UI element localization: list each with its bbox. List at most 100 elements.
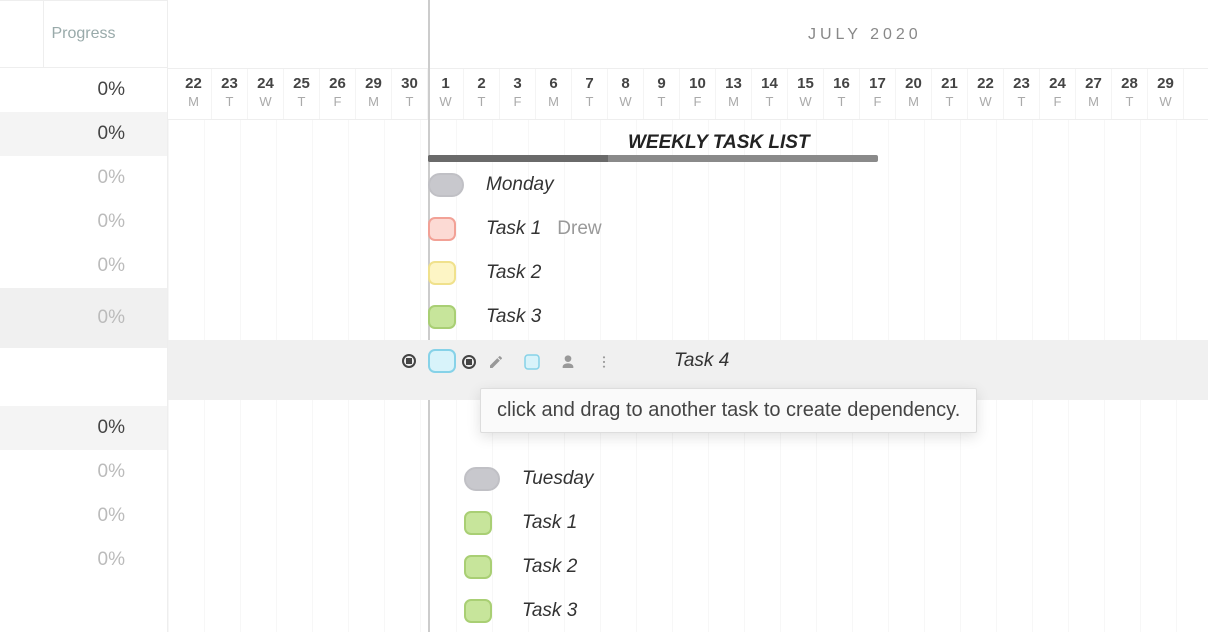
day-number: 17	[860, 75, 895, 92]
task-chip[interactable]	[428, 349, 456, 373]
task-chip[interactable]	[428, 217, 456, 241]
group-chip[interactable]	[428, 173, 464, 197]
progress-cell: 0%	[0, 244, 167, 288]
day-weekday: F	[680, 94, 715, 109]
day-weekday: M	[1076, 94, 1111, 109]
day-number: 29	[1148, 75, 1183, 92]
day-column[interactable]: 21T	[932, 69, 968, 119]
day-weekday: M	[896, 94, 931, 109]
day-column[interactable]: 13M	[716, 69, 752, 119]
project-title: WEEKLY TASK LIST	[628, 132, 810, 154]
day-column[interactable]: 24W	[248, 69, 284, 119]
progress-cell: 0%	[0, 538, 167, 582]
day-weekday: T	[1004, 94, 1039, 109]
task-row[interactable]: Task 1	[168, 502, 1208, 546]
task-row[interactable]: Task 2	[168, 252, 1208, 296]
day-weekday: F	[860, 94, 895, 109]
progress-cell: 0%	[0, 200, 167, 244]
day-number: 26	[320, 75, 355, 92]
day-column[interactable]: 16T	[824, 69, 860, 119]
day-column[interactable]: 22W	[968, 69, 1004, 119]
day-number: 7	[572, 75, 607, 92]
task-row[interactable]: Task 4click and drag to another task to …	[168, 340, 1208, 400]
group-chip[interactable]	[464, 467, 500, 491]
day-column[interactable]: 26F	[320, 69, 356, 119]
task-chip[interactable]	[464, 511, 492, 535]
day-column[interactable]: 25T	[284, 69, 320, 119]
day-weekday: T	[572, 94, 607, 109]
task-chip[interactable]	[464, 555, 492, 579]
task-row[interactable]: Task 2	[168, 546, 1208, 590]
day-column[interactable]: 14T	[752, 69, 788, 119]
color-button[interactable]	[516, 346, 548, 378]
day-number: 22	[176, 75, 211, 92]
task-chip[interactable]	[428, 261, 456, 285]
day-column[interactable]: 23 T	[1004, 69, 1040, 119]
day-number: 23	[1004, 75, 1039, 92]
day-column[interactable]: 17 F	[860, 69, 896, 119]
day-number: 8	[608, 75, 643, 92]
day-column[interactable]: 3F	[500, 69, 536, 119]
day-weekday: W	[248, 94, 283, 109]
dependency-handle-right[interactable]	[462, 355, 476, 369]
progress-column: Progress 0%0%0%0%0%0%0%0%0%0%	[0, 0, 168, 632]
task-row[interactable]: Task 1Drew	[168, 208, 1208, 252]
progress-cell: 0%	[0, 156, 167, 200]
day-column[interactable]: 30T	[392, 69, 428, 119]
progress-cell	[0, 348, 167, 406]
day-number: 14	[752, 75, 787, 92]
day-number: 25	[284, 75, 319, 92]
day-column[interactable]: 10 F	[680, 69, 716, 119]
assign-button[interactable]	[552, 346, 584, 378]
day-weekday: W	[428, 94, 463, 109]
timeline-area[interactable]: JULY 2020 22M23T24W25T26F29M30T1W2T3F6M7…	[168, 0, 1208, 632]
day-number: 28	[1112, 75, 1147, 92]
corner-cell	[0, 0, 44, 68]
day-column[interactable]: 28T	[1112, 69, 1148, 119]
day-number: 29	[356, 75, 391, 92]
task-label: Task 4	[674, 350, 729, 372]
task-row[interactable]: Task 3	[168, 296, 1208, 340]
group-row: Monday	[168, 164, 1208, 208]
day-number: 27	[1076, 75, 1111, 92]
day-number: 24	[1040, 75, 1075, 92]
day-column[interactable]: 22M	[176, 69, 212, 119]
month-header: JULY 2020	[168, 0, 1208, 68]
day-column[interactable]: 20M	[896, 69, 932, 119]
day-column[interactable]: 6M	[536, 69, 572, 119]
day-weekday: T	[644, 94, 679, 109]
task-label: Task 3	[486, 306, 541, 328]
day-weekday: W	[608, 94, 643, 109]
progress-cell: 0%	[0, 112, 167, 156]
day-column[interactable]: 29W	[1148, 69, 1184, 119]
day-weekday: M	[716, 94, 751, 109]
task-chip[interactable]	[464, 599, 492, 623]
day-number: 23	[212, 75, 247, 92]
day-column[interactable]: 27 M	[1076, 69, 1112, 119]
task-row[interactable]: Task 3	[168, 590, 1208, 634]
day-column[interactable]: 23T	[212, 69, 248, 119]
day-number: 10	[680, 75, 715, 92]
day-column[interactable]: 7T	[572, 69, 608, 119]
more-button[interactable]	[588, 346, 620, 378]
progress-cell: 0%	[0, 68, 167, 112]
day-column[interactable]: 29M	[356, 69, 392, 119]
day-column[interactable]: 24F	[1040, 69, 1076, 119]
progress-cell: 0%	[0, 288, 167, 348]
day-weekday: W	[968, 94, 1003, 109]
dependency-handle-left[interactable]	[402, 354, 416, 368]
day-column[interactable]: 1W	[428, 69, 464, 119]
day-number: 15	[788, 75, 823, 92]
task-label: Task 1Drew	[486, 218, 602, 240]
day-column[interactable]: 2T	[464, 69, 500, 119]
day-number: 1	[428, 75, 463, 92]
task-chip[interactable]	[428, 305, 456, 329]
day-weekday: W	[788, 94, 823, 109]
task-label: Task 2	[522, 556, 577, 578]
day-weekday: T	[932, 94, 967, 109]
day-column[interactable]: 8W	[608, 69, 644, 119]
edit-button[interactable]	[480, 346, 512, 378]
group-label: Monday	[486, 174, 554, 196]
day-column[interactable]: 9T	[644, 69, 680, 119]
day-column[interactable]: 15 W	[788, 69, 824, 119]
